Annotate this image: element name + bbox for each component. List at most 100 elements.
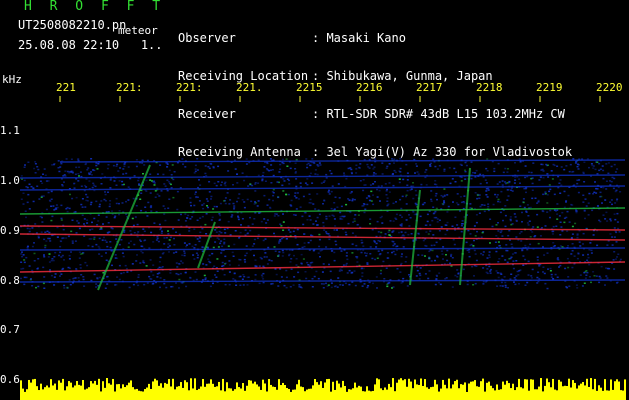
- activity-bar-column: [492, 388, 494, 400]
- noise-speck: [306, 261, 309, 264]
- noise-speck: [424, 255, 426, 257]
- noise-speck: [194, 271, 197, 273]
- noise-speck: [506, 261, 509, 264]
- noise-speck: [583, 181, 586, 183]
- noise-speck: [54, 273, 57, 275]
- noise-speck: [474, 172, 477, 174]
- noise-speck: [351, 243, 354, 245]
- noise-speck: [148, 247, 151, 249]
- noise-speck: [292, 230, 295, 233]
- noise-speck: [504, 214, 507, 217]
- noise-speck: [478, 212, 481, 214]
- noise-speck: [272, 188, 275, 191]
- noise-speck: [272, 199, 274, 202]
- noise-speck: [392, 202, 395, 205]
- noise-speck: [78, 251, 81, 253]
- noise-speck: [156, 273, 159, 275]
- activity-bar-column: [80, 385, 82, 400]
- noise-speck: [412, 197, 415, 200]
- noise-speck: [361, 275, 364, 278]
- noise-speck: [137, 274, 140, 276]
- noise-speck: [166, 189, 169, 192]
- activity-bar-column: [334, 389, 336, 400]
- noise-speck: [575, 284, 578, 286]
- noise-speck: [287, 193, 290, 196]
- activity-bar-column: [154, 378, 156, 400]
- noise-speck: [399, 198, 402, 201]
- noise-speck: [510, 223, 513, 226]
- activity-bar-column: [500, 389, 502, 400]
- noise-speck: [47, 180, 50, 182]
- noise-speck: [577, 191, 580, 194]
- noise-speck: [614, 202, 617, 204]
- noise-speck: [501, 285, 504, 287]
- noise-speck: [422, 203, 425, 206]
- noise-speck: [550, 276, 553, 278]
- noise-speck: [244, 229, 247, 231]
- noise-speck: [105, 252, 107, 254]
- carrier-line: [19, 261, 626, 273]
- noise-speck: [173, 244, 176, 246]
- noise-speck: [573, 255, 576, 257]
- noise-speck: [53, 163, 56, 165]
- noise-speck: [376, 257, 379, 259]
- activity-bar-column: [568, 378, 570, 400]
- noise-speck: [25, 256, 28, 259]
- activity-bar-column: [34, 378, 36, 400]
- noise-speck: [167, 207, 170, 209]
- noise-speck: [588, 249, 591, 251]
- noise-speck: [363, 184, 366, 186]
- noise-speck: [170, 174, 173, 176]
- noise-speck: [309, 262, 312, 264]
- noise-speck: [585, 270, 588, 272]
- noise-speck: [588, 276, 591, 278]
- noise-speck: [386, 197, 389, 199]
- noise-speck: [144, 239, 147, 241]
- noise-speck: [331, 185, 334, 187]
- activity-bar-column: [422, 385, 424, 400]
- noise-speck: [257, 200, 260, 202]
- noise-speck: [451, 225, 454, 227]
- noise-speck: [426, 213, 429, 216]
- activity-bar-column: [228, 388, 230, 400]
- noise-speck: [259, 256, 262, 259]
- activity-bar-column: [78, 384, 80, 400]
- noise-speck: [521, 221, 523, 223]
- noise-speck: [254, 182, 257, 184]
- activity-bar-column: [548, 382, 550, 400]
- noise-speck: [468, 251, 471, 253]
- noise-speck: [218, 219, 221, 221]
- activity-bar-column: [624, 379, 626, 400]
- noise-speck: [135, 159, 138, 161]
- noise-speck: [249, 183, 252, 185]
- observer-label: Observer: [178, 31, 236, 45]
- noise-speck: [566, 230, 569, 232]
- noise-speck: [135, 205, 138, 207]
- noise-speck: [300, 262, 303, 264]
- activity-bar-column: [502, 381, 504, 400]
- noise-speck: [60, 204, 63, 207]
- noise-speck: [242, 284, 245, 286]
- activity-bar-column: [352, 388, 354, 400]
- noise-speck: [294, 192, 297, 194]
- activity-bar-column: [88, 387, 90, 400]
- noise-speck: [387, 231, 390, 233]
- noise-speck: [472, 245, 475, 247]
- noise-speck: [362, 245, 365, 247]
- activity-bar-column: [76, 381, 78, 400]
- activity-bar-column: [580, 383, 582, 400]
- activity-bar-column: [172, 378, 174, 400]
- activity-bar-column: [312, 385, 314, 400]
- noise-speck: [294, 214, 297, 216]
- noise-speck: [107, 191, 109, 193]
- noise-speck: [347, 198, 350, 200]
- noise-speck: [375, 276, 378, 278]
- noise-speck: [488, 256, 491, 258]
- noise-speck: [43, 254, 45, 256]
- noise-speck: [62, 228, 65, 231]
- file-name: UT2508082210.pn: [18, 18, 127, 32]
- noise-speck: [296, 228, 299, 231]
- noise-speck: [476, 194, 479, 196]
- noise-speck: [149, 173, 152, 175]
- noise-speck: [612, 259, 615, 261]
